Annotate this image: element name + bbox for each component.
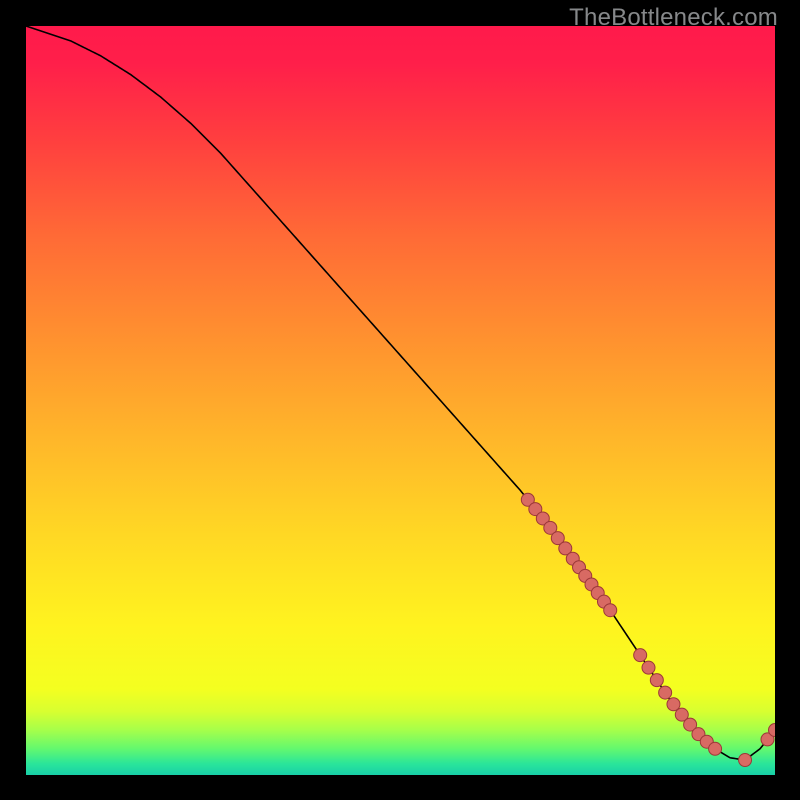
data-marker: [634, 649, 647, 662]
data-marker: [739, 754, 752, 767]
gradient-bg: [26, 26, 775, 775]
data-marker: [604, 604, 617, 617]
bottleneck-chart: [26, 26, 775, 775]
watermark-text: TheBottleneck.com: [569, 4, 778, 32]
data-marker: [709, 742, 722, 755]
data-marker: [650, 674, 663, 687]
data-marker: [642, 661, 655, 674]
data-marker: [659, 686, 672, 699]
chart-stage: TheBottleneck.com: [0, 0, 800, 800]
